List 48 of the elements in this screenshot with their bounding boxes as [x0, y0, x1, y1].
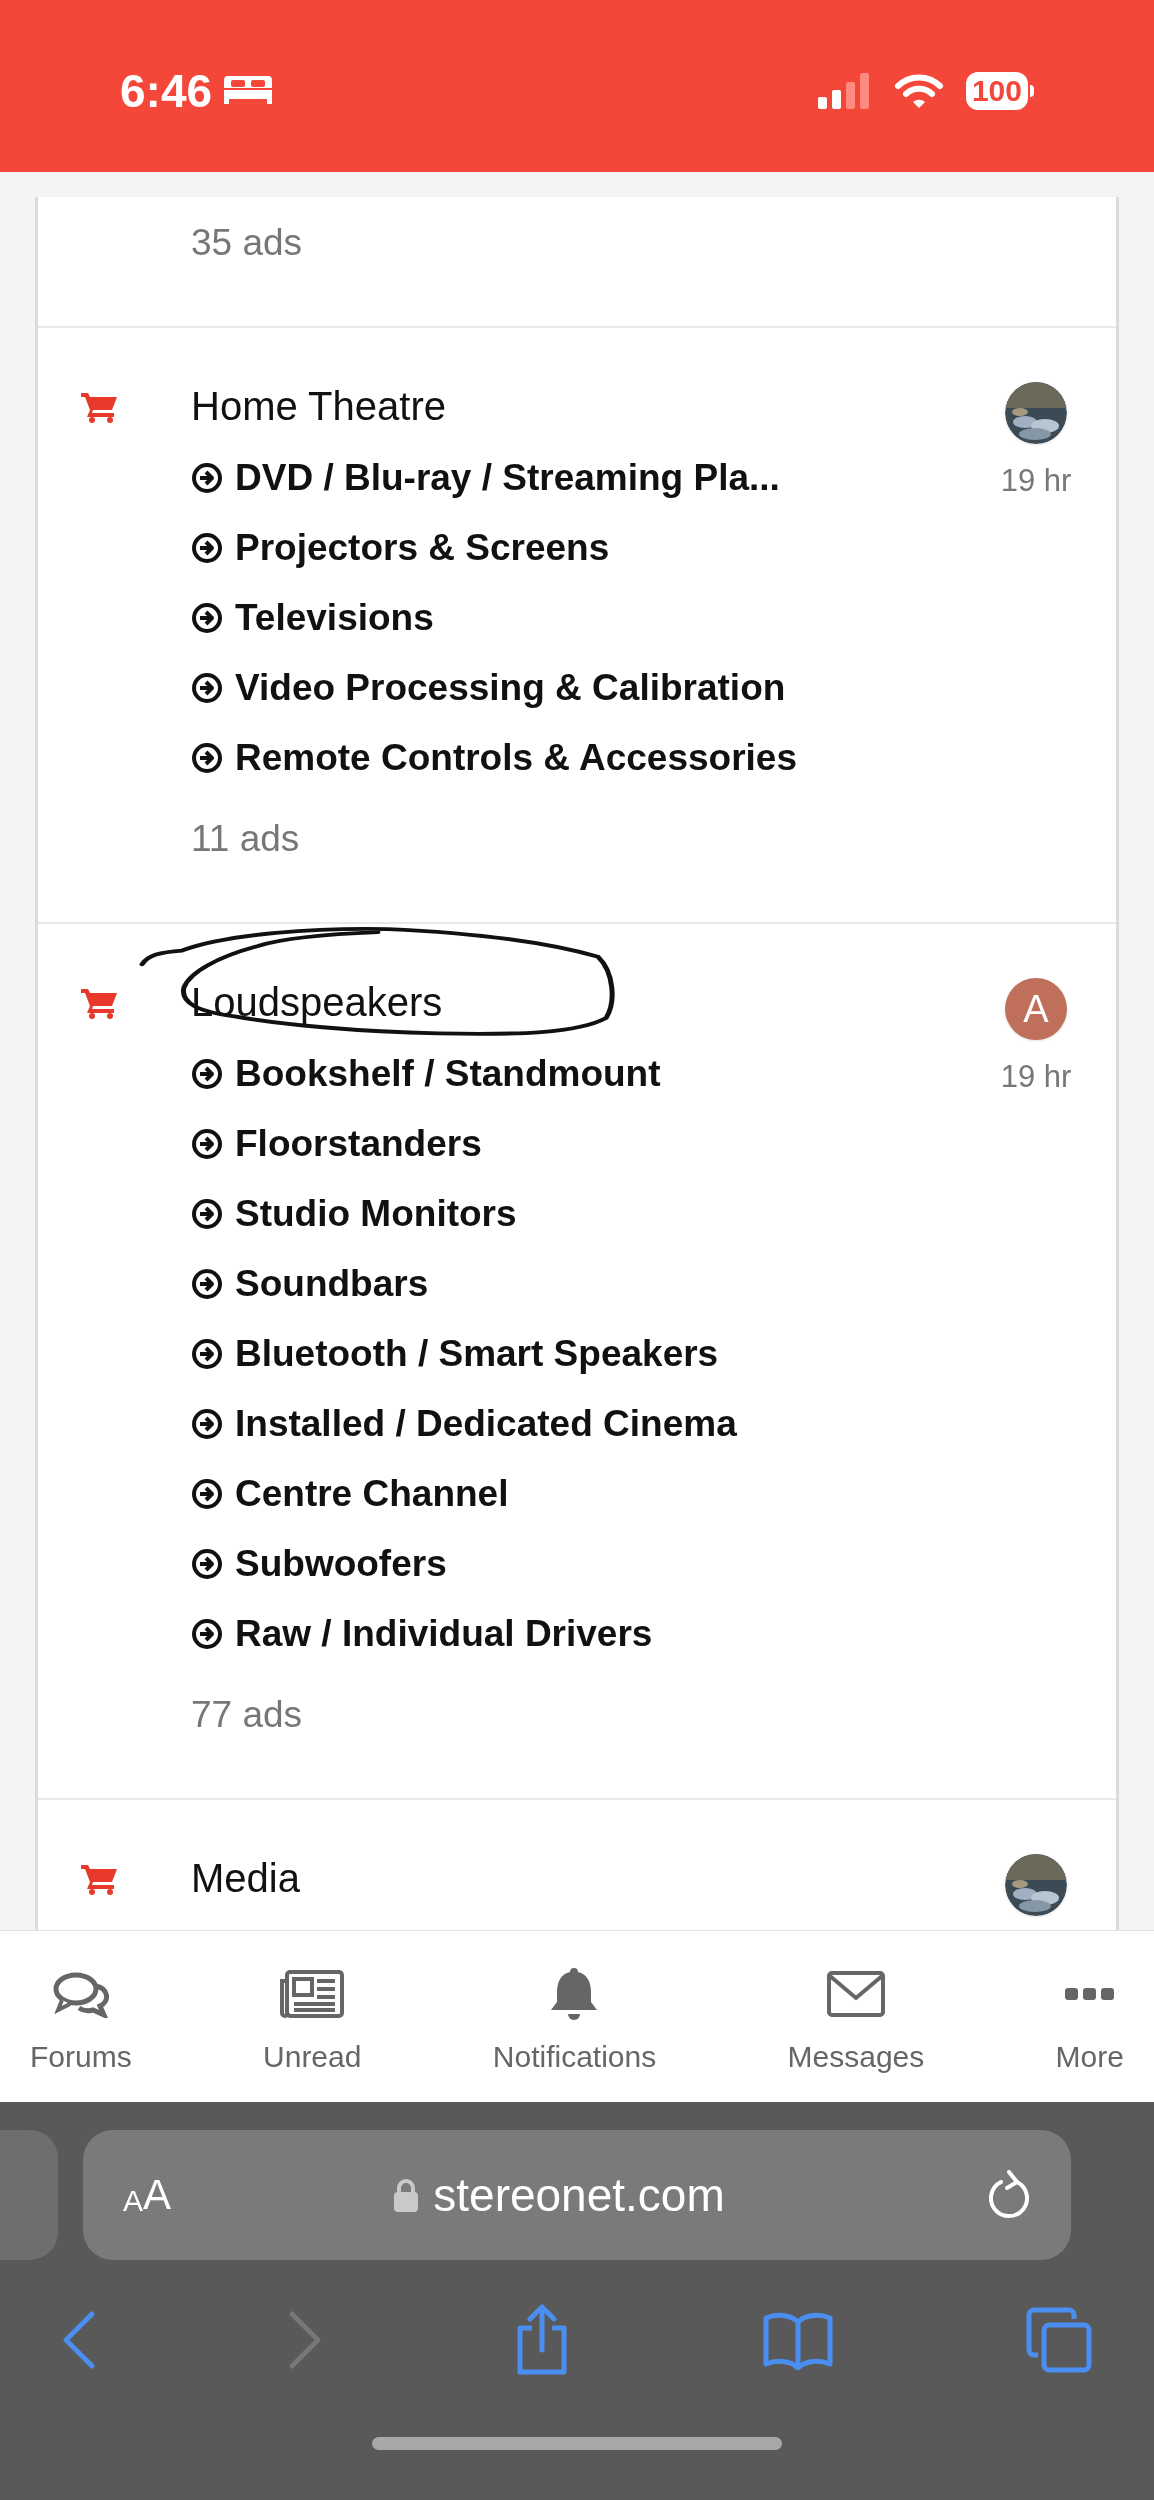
- subcategory-link[interactable]: Video Processing & Calibration: [235, 660, 786, 716]
- subcategory-link[interactable]: Bluetooth / Smart Speakers: [235, 1326, 719, 1382]
- category-link[interactable]: Loudspeakers: [191, 965, 966, 1039]
- clock: 6:46: [120, 63, 213, 119]
- reload-icon[interactable]: [987, 2170, 1031, 2220]
- book-icon[interactable]: [762, 2310, 834, 2370]
- ad-count: 11 ads: [191, 817, 301, 861]
- subcategory-link[interactable]: Raw / Individual Drivers: [235, 1606, 653, 1662]
- subcategory-link[interactable]: Studio Monitors: [235, 1186, 517, 1242]
- subcategory-link[interactable]: DVD / Blu-ray / Streaming Pla...: [235, 450, 780, 506]
- subcategory-link[interactable]: Subwoofers: [235, 1536, 447, 1592]
- battery-indicator: 100: [965, 72, 1034, 110]
- more-icon: [1064, 1986, 1115, 2002]
- chat-bubbles-icon: [51, 1970, 110, 2018]
- tab-bar-item[interactable]: More: [1055, 1966, 1124, 2079]
- subcategory-link[interactable]: Remote Controls & Accessories: [235, 730, 798, 786]
- ad-count: 35 ads: [191, 221, 304, 265]
- url-text: stereonet.com: [433, 2167, 725, 2223]
- lock-icon: [393, 2177, 420, 2213]
- back-icon[interactable]: [62, 2310, 96, 2370]
- user-avatar[interactable]: A: [1005, 978, 1067, 1040]
- subcategory-link[interactable]: Installed / Dedicated Cinema: [235, 1396, 737, 1452]
- tab-bar-item[interactable]: Unread: [263, 1966, 362, 2079]
- cart-icon: [81, 987, 119, 1019]
- ad-count: 77 ads: [191, 1693, 304, 1737]
- subcategory-link[interactable]: Centre Channel: [235, 1466, 509, 1522]
- signal-icon: [817, 73, 872, 109]
- tab-bar-item[interactable]: Forums: [30, 1966, 132, 2079]
- subcategory-link[interactable]: Projectors & Screens: [235, 520, 610, 576]
- tab-bar-item[interactable]: Messages: [787, 1966, 925, 2079]
- timestamp: 19 hr: [1000, 1058, 1072, 1096]
- category-link[interactable]: Home Theatre: [191, 369, 966, 443]
- category-link[interactable]: Media: [191, 1841, 966, 1915]
- tabs-icon[interactable]: [1026, 2307, 1092, 2373]
- address-bar[interactable]: AA stereonet.com: [83, 2130, 1071, 2260]
- timestamp: 19 hr: [1000, 462, 1072, 500]
- text-size-button[interactable]: AA: [123, 2174, 172, 2216]
- cart-icon: [81, 391, 119, 423]
- subcategory-link[interactable]: Soundbars: [235, 1256, 429, 1312]
- envelope-icon: [825, 1970, 886, 2018]
- tab-bar-item[interactable]: Notifications: [492, 1966, 657, 2079]
- cart-icon: [81, 1863, 119, 1895]
- wifi-icon: [893, 73, 944, 109]
- newspaper-icon: [279, 1969, 346, 2019]
- subcategory-link[interactable]: Floorstanders: [235, 1116, 482, 1172]
- subcategory-link[interactable]: Bookshelf / Standmount: [235, 1046, 661, 1102]
- forward-icon[interactable]: [288, 2310, 322, 2370]
- subcategory-link[interactable]: Televisions: [235, 590, 434, 646]
